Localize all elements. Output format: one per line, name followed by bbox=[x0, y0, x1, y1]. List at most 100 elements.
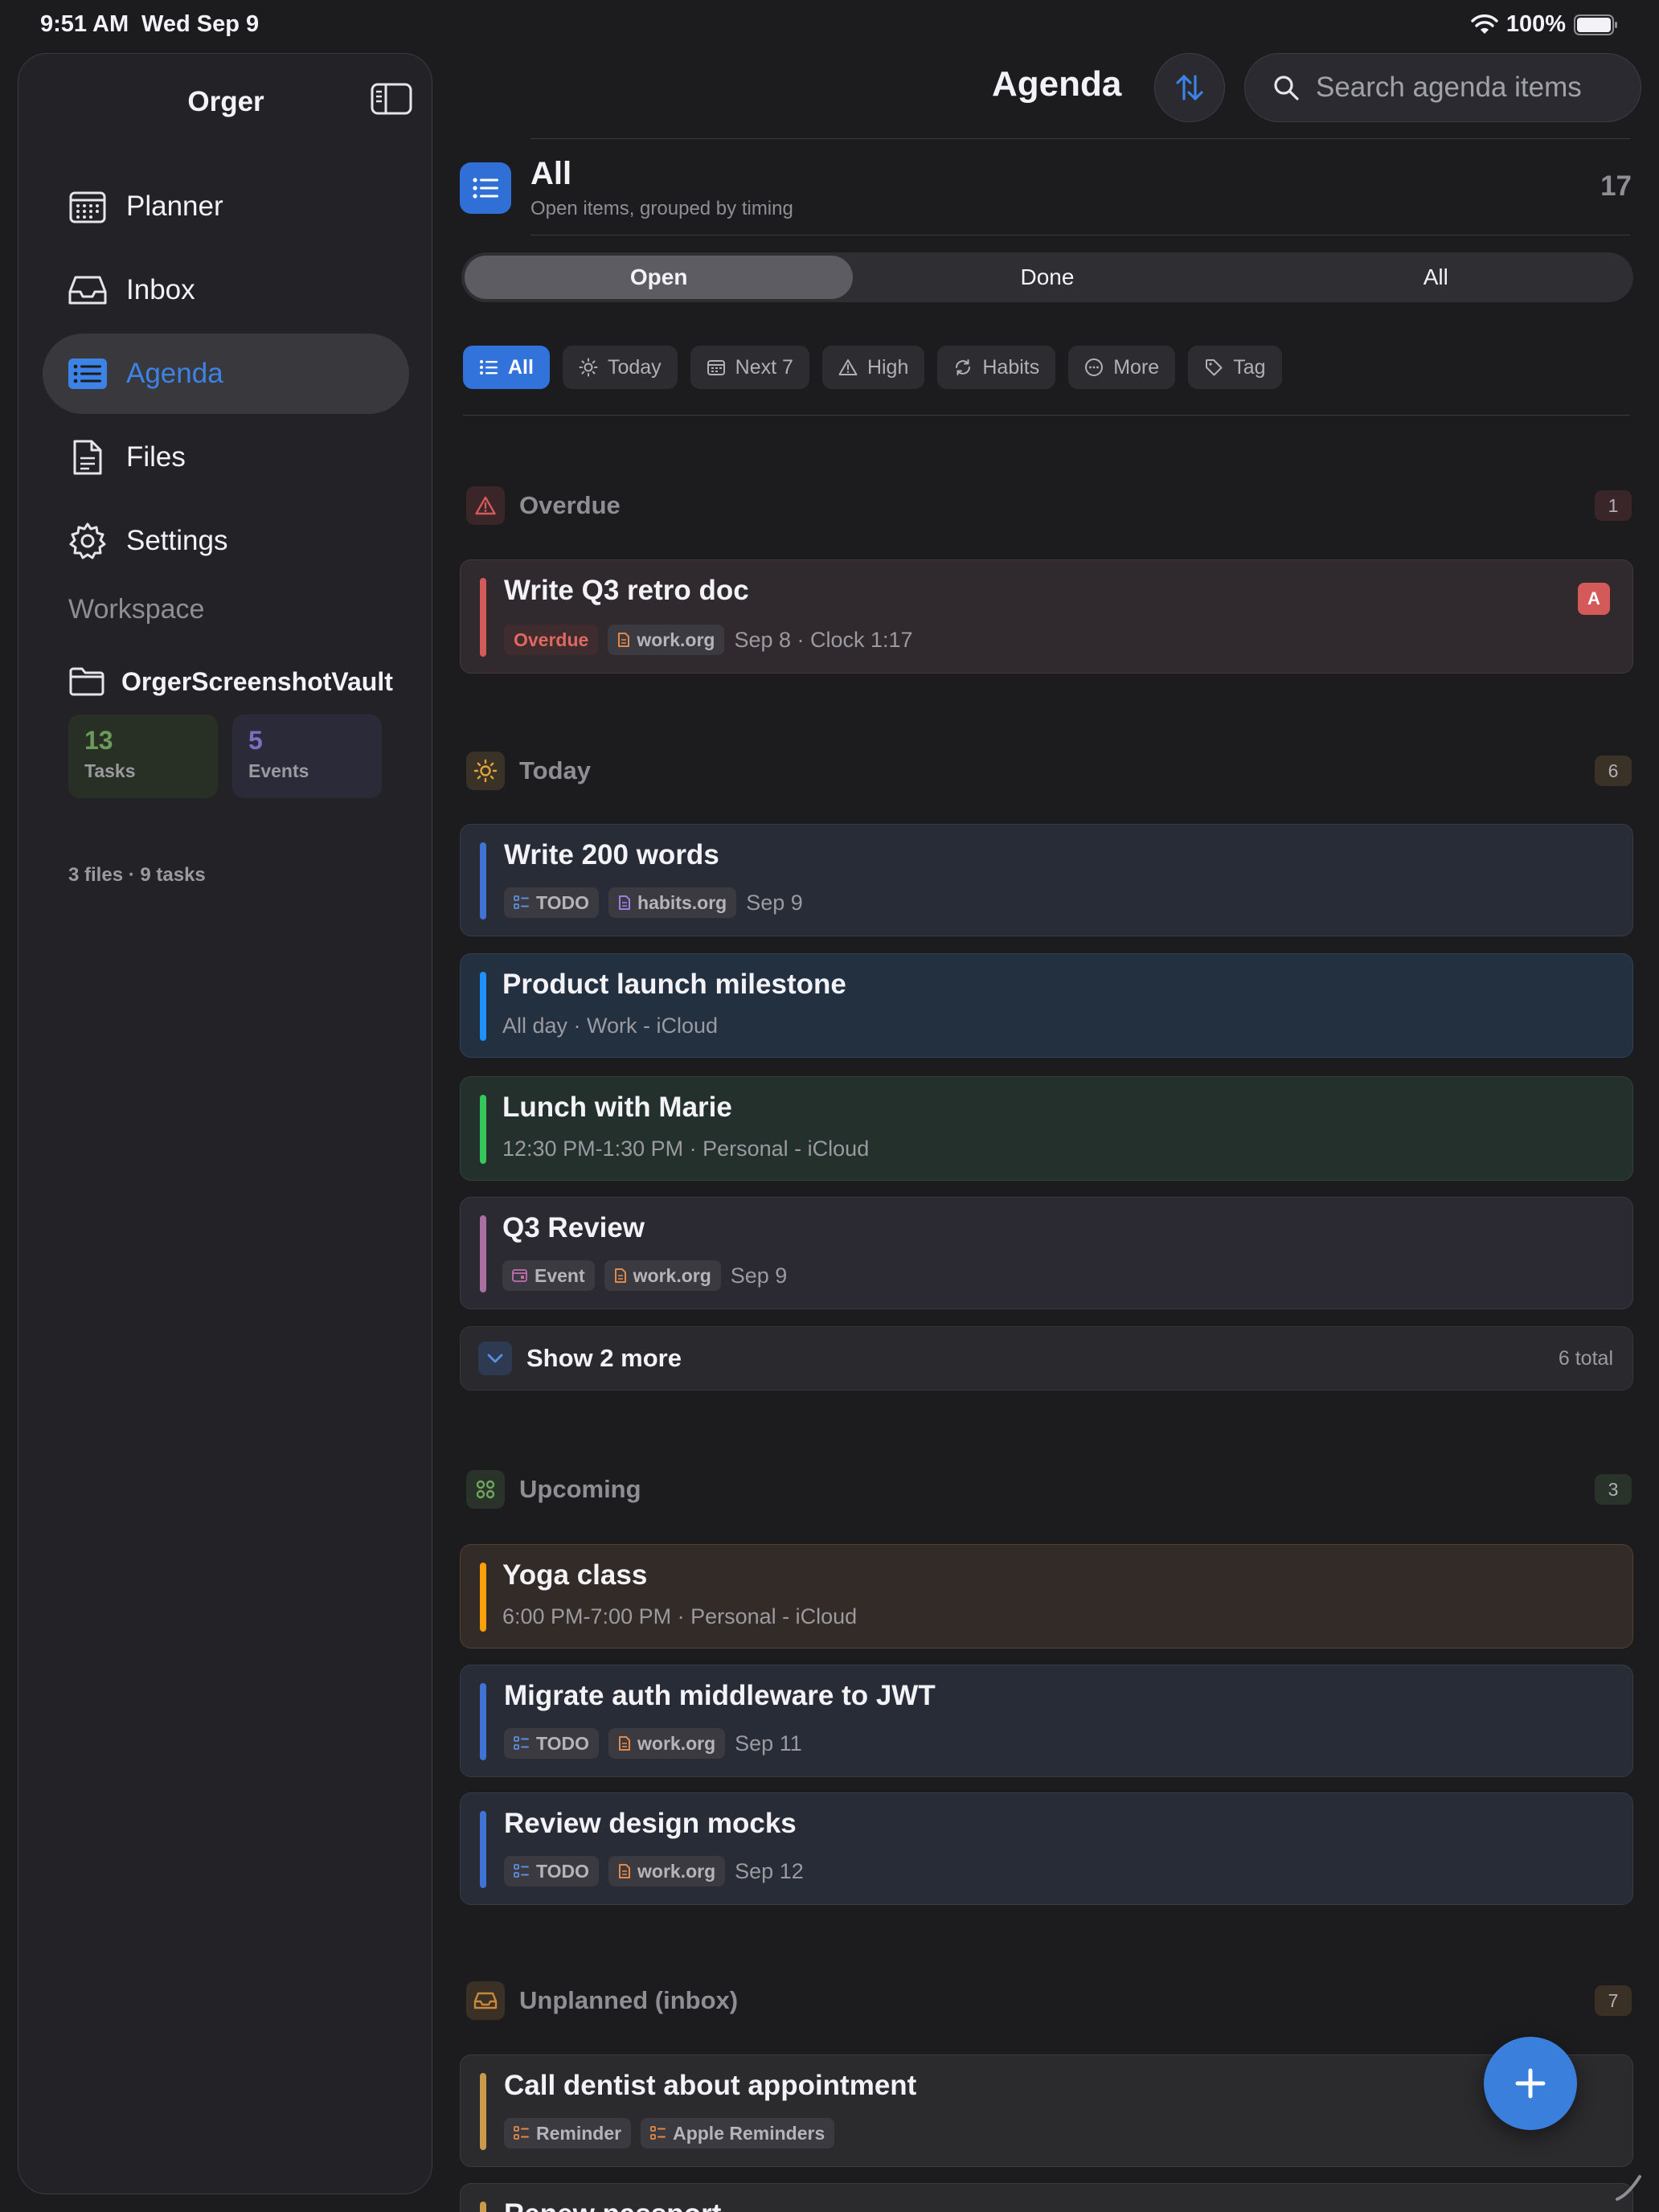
item-date: Sep 8 · Clock 1:17 bbox=[734, 627, 913, 652]
priority-badge: A bbox=[1578, 583, 1610, 615]
section-title: Unplanned (inbox) bbox=[519, 1986, 739, 2014]
item-status-tag: Reminder bbox=[504, 2118, 632, 2149]
checklist-icon bbox=[514, 1736, 530, 1751]
status-time: 9:51 AM bbox=[40, 11, 129, 37]
status-bar: 9:51 AM Wed Sep 9 100% bbox=[0, 0, 1659, 50]
workspace-name: OrgerScreenshotVault bbox=[121, 666, 393, 696]
sidebar-item-label: Planner bbox=[126, 190, 223, 222]
item-status-tag: TODO bbox=[504, 1856, 600, 1886]
item-color-bar bbox=[480, 972, 486, 1041]
tag-label: Event bbox=[535, 1264, 585, 1286]
segment-open[interactable]: Open bbox=[465, 256, 854, 299]
item-time: 6:00 PM-7:00 PM · Personal - iCloud bbox=[502, 1604, 858, 1628]
sidebar-item-settings[interactable]: Settings bbox=[43, 501, 409, 581]
item-title: Call dentist about appointment bbox=[504, 2070, 917, 2101]
section-today-header[interactable]: Today 6 bbox=[466, 752, 1632, 790]
tag-label: TODO bbox=[536, 1732, 590, 1754]
events-label: Events bbox=[248, 760, 309, 781]
segment-all[interactable]: All bbox=[1242, 256, 1630, 299]
item-color-bar bbox=[480, 2202, 486, 2212]
agenda-item-card[interactable]: Call dentist about appointment Reminder … bbox=[460, 2054, 1633, 2167]
add-item-button[interactable] bbox=[1484, 2037, 1577, 2130]
file-icon bbox=[618, 895, 631, 911]
battery-icon bbox=[1574, 14, 1619, 35]
item-title: Write Q3 retro doc bbox=[504, 575, 749, 606]
agenda-item-card[interactable]: Yoga class 6:00 PM-7:00 PM · Personal - … bbox=[460, 1544, 1633, 1649]
section-count: 3 bbox=[1595, 1474, 1632, 1505]
item-file-tag[interactable]: work.org bbox=[608, 1856, 726, 1886]
sidebar-item-inbox[interactable]: Inbox bbox=[43, 250, 409, 330]
chip-all[interactable]: All bbox=[463, 346, 550, 389]
sun-icon bbox=[579, 358, 598, 377]
agenda-item-card[interactable]: Migrate auth middleware to JWT TODO work… bbox=[460, 1665, 1633, 1777]
file-name: work.org bbox=[637, 629, 715, 650]
warning-icon bbox=[466, 486, 505, 525]
file-icon bbox=[614, 1268, 627, 1284]
tray-icon bbox=[466, 1981, 505, 2020]
file-icon bbox=[617, 632, 630, 648]
status-indicators: 100% bbox=[1471, 11, 1619, 38]
item-source-tag[interactable]: Apple Reminders bbox=[641, 2118, 835, 2149]
item-file-tag[interactable]: work.org bbox=[608, 625, 725, 655]
item-title: Review design mocks bbox=[504, 1808, 797, 1839]
chip-label: High bbox=[866, 355, 909, 379]
item-color-bar bbox=[480, 1215, 486, 1292]
item-time: 12:30 PM-1:30 PM · Personal - iCloud bbox=[502, 1137, 870, 1161]
scroll-indicator[interactable] bbox=[1612, 2170, 1645, 2202]
events-stat-card[interactable]: 5 Events bbox=[232, 715, 382, 798]
item-status-tag: TODO bbox=[504, 1728, 600, 1759]
chip-next-7[interactable]: Next 7 bbox=[690, 346, 809, 389]
show-more-button[interactable]: Show 2 more 6 total bbox=[460, 1326, 1633, 1391]
agenda-item-card[interactable]: Write 200 words TODO habits.org Sep 9 bbox=[460, 824, 1633, 936]
sidebar-toggle-button[interactable] bbox=[363, 73, 420, 125]
section-unplanned-header[interactable]: Unplanned (inbox) 7 bbox=[466, 1981, 1632, 2020]
section-title: Overdue bbox=[519, 491, 621, 519]
chip-today[interactable]: Today bbox=[562, 346, 678, 389]
sidebar-item-files[interactable]: Files bbox=[43, 417, 409, 498]
item-status-tag: Overdue bbox=[504, 625, 599, 655]
chip-tag[interactable]: Tag bbox=[1188, 346, 1282, 389]
agenda-item-card[interactable]: Write Q3 retro doc Overdue work.org Sep … bbox=[460, 559, 1633, 674]
workspace-summary: 3 files · 9 tasks bbox=[68, 864, 206, 886]
show-more-label: Show 2 more bbox=[526, 1344, 682, 1372]
item-file-tag[interactable]: work.org bbox=[608, 1728, 726, 1759]
agenda-item-card[interactable]: Q3 Review Event work.org Sep 9 bbox=[460, 1197, 1633, 1309]
search-input[interactable] bbox=[1316, 72, 1621, 104]
checklist-icon bbox=[650, 2126, 666, 2140]
chip-label: All bbox=[508, 355, 534, 379]
agenda-item-card[interactable]: Renew passport bbox=[460, 2183, 1633, 2212]
tag-label: Reminder bbox=[536, 2122, 622, 2144]
divider bbox=[530, 235, 1630, 236]
chip-label: Today bbox=[607, 355, 662, 379]
item-file-tag[interactable]: habits.org bbox=[608, 887, 737, 918]
sidebar-item-planner[interactable]: Planner bbox=[43, 166, 409, 247]
workspace-folder[interactable]: OrgerScreenshotVault bbox=[68, 666, 393, 697]
section-upcoming-header[interactable]: Upcoming 3 bbox=[466, 1470, 1632, 1509]
chip-label: Tag bbox=[1233, 355, 1266, 379]
item-meta: 6:00 PM-7:00 PM · Personal - iCloud bbox=[502, 1604, 857, 1629]
agenda-item-card[interactable]: Review design mocks TODO work.org Sep 12 bbox=[460, 1792, 1633, 1905]
agenda-item-card[interactable]: Product launch milestone All day · Work … bbox=[460, 953, 1633, 1058]
segment-done[interactable]: Done bbox=[853, 256, 1241, 299]
sort-button[interactable] bbox=[1154, 53, 1225, 122]
chip-habits[interactable]: Habits bbox=[937, 346, 1056, 389]
sidebar-toggle-icon bbox=[371, 83, 412, 115]
section-overdue-header[interactable]: Overdue 1 bbox=[466, 486, 1632, 525]
section-title: Today bbox=[519, 756, 591, 784]
item-status-tag: TODO bbox=[504, 887, 600, 918]
item-color-bar bbox=[480, 578, 486, 657]
chip-label: Habits bbox=[982, 355, 1040, 379]
divider bbox=[463, 415, 1630, 416]
chip-more[interactable]: More bbox=[1068, 346, 1176, 389]
agenda-item-card[interactable]: Lunch with Marie 12:30 PM-1:30 PM · Pers… bbox=[460, 1076, 1633, 1181]
sidebar-item-agenda[interactable]: Agenda bbox=[43, 334, 409, 414]
chip-high[interactable]: High bbox=[821, 346, 925, 389]
tasks-label: Tasks bbox=[84, 760, 136, 781]
search-icon bbox=[1272, 74, 1300, 101]
tasks-stat-card[interactable]: 13 Tasks bbox=[68, 715, 218, 798]
chevron-down-icon bbox=[478, 1342, 512, 1375]
chip-label: Next 7 bbox=[735, 355, 793, 379]
item-file-tag[interactable]: work.org bbox=[604, 1260, 721, 1291]
search-bar[interactable] bbox=[1244, 53, 1641, 122]
file-name: work.org bbox=[637, 1860, 716, 1882]
